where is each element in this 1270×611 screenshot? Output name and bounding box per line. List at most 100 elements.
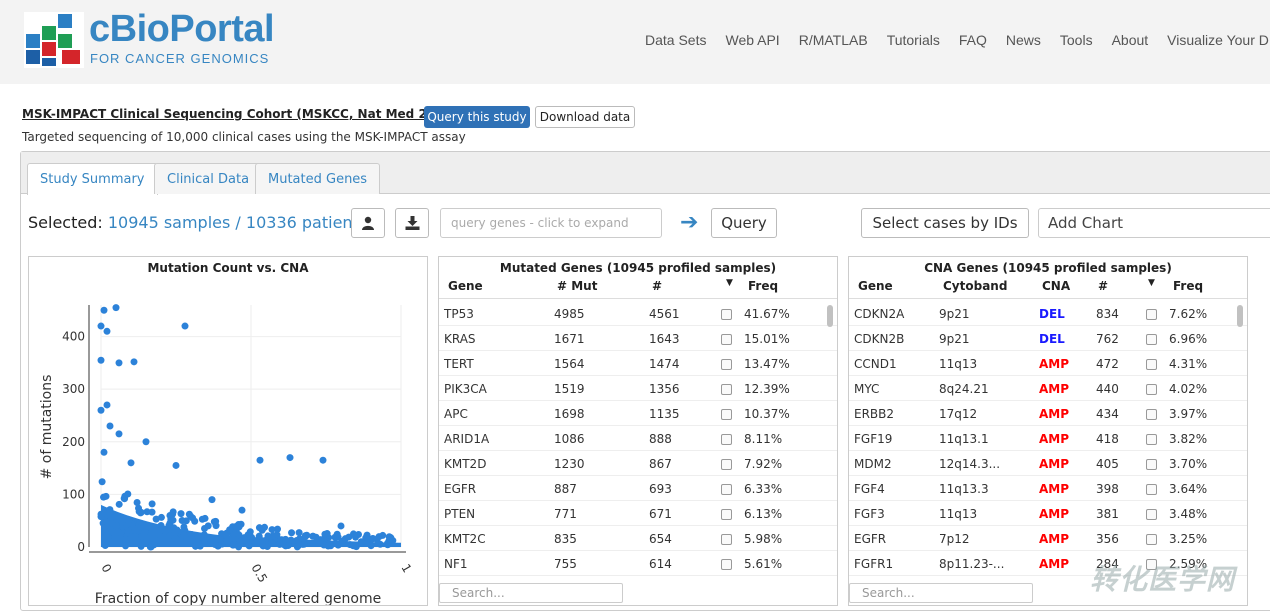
table-row[interactable]: KMT2C 835 654 5.98% [439,526,837,551]
data-point[interactable] [97,356,105,364]
gene-cell[interactable]: FGF4 [854,482,885,496]
query-this-study-button[interactable]: Query this study [424,106,530,128]
table-row[interactable]: MYC 8q24.21 AMP 440 4.02% [849,376,1247,401]
data-point[interactable] [148,508,156,516]
data-point[interactable] [165,521,173,529]
data-point[interactable] [181,322,189,330]
gene-cell[interactable]: FGFR1 [854,557,893,571]
data-point[interactable] [387,534,395,542]
row-checkbox[interactable] [721,459,732,470]
table-row[interactable]: KMT2D 1230 867 7.92% [439,451,837,476]
table-row[interactable]: NF1 755 614 5.61% [439,551,837,576]
row-checkbox[interactable] [1146,484,1157,495]
data-point[interactable] [112,304,120,312]
cbioportal-logo[interactable] [24,12,84,68]
data-point[interactable] [169,508,177,516]
data-point[interactable] [106,422,114,430]
table-row[interactable]: EGFR 887 693 6.33% [439,476,837,501]
data-point[interactable] [180,523,188,531]
data-point[interactable] [106,508,114,516]
data-point[interactable] [173,526,181,534]
data-point[interactable] [137,542,145,550]
col-freq[interactable]: Freq [748,279,778,293]
row-checkbox[interactable] [721,434,732,445]
data-point[interactable] [226,526,234,534]
data-point[interactable] [319,456,327,464]
gene-cell[interactable]: CCND1 [854,357,897,371]
data-point[interactable] [223,537,231,545]
row-checkbox[interactable] [721,359,732,370]
row-checkbox[interactable] [1146,384,1157,395]
data-point[interactable] [235,523,243,531]
data-point[interactable] [280,541,288,549]
data-point[interactable] [115,430,123,438]
gene-cell[interactable]: PIK3CA [444,382,487,396]
data-point[interactable] [327,542,335,550]
row-checkbox[interactable] [1146,509,1157,520]
table-row[interactable]: FGF19 11q13.1 AMP 418 3.82% [849,426,1247,451]
row-checkbox[interactable] [1146,309,1157,320]
cna-genes-scrollbar[interactable] [1237,305,1243,327]
table-row[interactable]: ERBB2 17q12 AMP 434 3.97% [849,401,1247,426]
data-point[interactable] [100,306,108,314]
data-point[interactable] [153,530,161,538]
tab-clinical-data[interactable]: Clinical Data [154,163,263,194]
gene-cell[interactable]: CDKN2B [854,332,904,346]
data-point[interactable] [115,500,123,508]
row-checkbox[interactable] [1146,459,1157,470]
nav-visualize-your-data[interactable]: Visualize Your D [1167,32,1269,48]
table-row[interactable]: EGFR 7p12 AMP 356 3.25% [849,526,1247,551]
row-checkbox[interactable] [721,534,732,545]
gene-cell[interactable]: ARID1A [444,432,489,446]
table-row[interactable]: CDKN2B 9p21 DEL 762 6.96% [849,326,1247,351]
table-row[interactable]: TERT 1564 1474 13.47% [439,351,837,376]
data-point[interactable] [130,358,138,366]
study-title[interactable]: MSK-IMPACT Clinical Sequencing Cohort (M… [22,107,457,121]
data-point[interactable] [357,538,365,546]
data-point[interactable] [300,540,308,548]
data-point[interactable] [133,499,141,507]
gene-cell[interactable]: CDKN2A [854,307,904,321]
data-point[interactable] [321,530,329,538]
cna-genes-search-input[interactable]: Search... [849,583,1033,603]
gene-cell[interactable]: MDM2 [854,457,892,471]
sort-desc-icon[interactable]: ▼ [726,278,733,288]
data-point[interactable] [369,534,377,542]
data-point[interactable] [148,500,156,508]
row-checkbox[interactable] [721,384,732,395]
gene-cell[interactable]: FGF19 [854,432,892,446]
row-checkbox[interactable] [1146,359,1157,370]
data-point[interactable] [269,532,277,540]
gene-cell[interactable]: MYC [854,382,879,396]
gene-cell[interactable]: NF1 [444,557,468,571]
nav-r-matlab[interactable]: R/MATLAB [799,32,868,48]
row-checkbox[interactable] [1146,409,1157,420]
tab-mutated-genes[interactable]: Mutated Genes [255,163,381,194]
data-point[interactable] [208,496,216,504]
data-point[interactable] [286,454,294,462]
data-point[interactable] [178,516,186,524]
table-row[interactable]: FGF4 11q13.3 AMP 398 3.64% [849,476,1247,501]
brand-name[interactable]: cBioPortal [89,8,275,51]
data-point[interactable] [100,448,108,456]
row-checkbox[interactable] [1146,434,1157,445]
data-point[interactable] [157,522,165,530]
data-point[interactable] [201,514,209,522]
data-point[interactable] [97,322,105,330]
data-point[interactable] [115,359,123,367]
row-checkbox[interactable] [721,409,732,420]
selected-count-link[interactable]: 10945 samples / 10336 patients [108,213,367,232]
col-cytoband[interactable]: Cytoband [943,279,1007,293]
row-checkbox[interactable] [721,334,732,345]
data-point[interactable] [236,537,244,545]
data-point[interactable] [103,327,111,335]
tab-study-summary[interactable]: Study Summary [27,163,158,195]
data-point[interactable] [125,517,133,525]
download-button[interactable] [395,208,429,238]
data-point[interactable] [314,538,322,546]
download-data-button[interactable]: Download data [535,106,635,128]
data-point[interactable] [197,533,205,541]
nav-news[interactable]: News [1006,32,1041,48]
data-point[interactable] [172,461,180,469]
table-row[interactable]: PTEN 771 671 6.13% [439,501,837,526]
